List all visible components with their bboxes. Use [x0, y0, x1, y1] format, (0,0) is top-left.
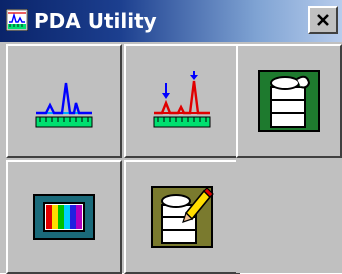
window-title: PDA Utility — [34, 9, 157, 33]
edit-document-pencil-icon — [151, 186, 214, 248]
green-stack-document-icon — [258, 70, 320, 132]
edit-document-button[interactable] — [124, 160, 240, 274]
close-button[interactable] — [308, 6, 338, 34]
peak-marker-button[interactable] — [124, 44, 240, 158]
green-document-button[interactable] — [236, 44, 342, 158]
chromatogram-button[interactable] — [6, 44, 122, 158]
color-spectrum-button[interactable] — [6, 160, 122, 274]
pda-utility-app-icon — [6, 9, 28, 31]
color-spectrum-bars-icon — [33, 194, 95, 240]
empty-toolbar-cell — [236, 160, 342, 273]
peak-marker-spectrum-icon — [153, 71, 211, 128]
pda-utility-window: PDA Utility — [0, 0, 342, 274]
close-icon — [317, 14, 329, 26]
title-bar[interactable]: PDA Utility — [0, 0, 342, 42]
chromatogram-spectrum-icon — [35, 82, 93, 128]
